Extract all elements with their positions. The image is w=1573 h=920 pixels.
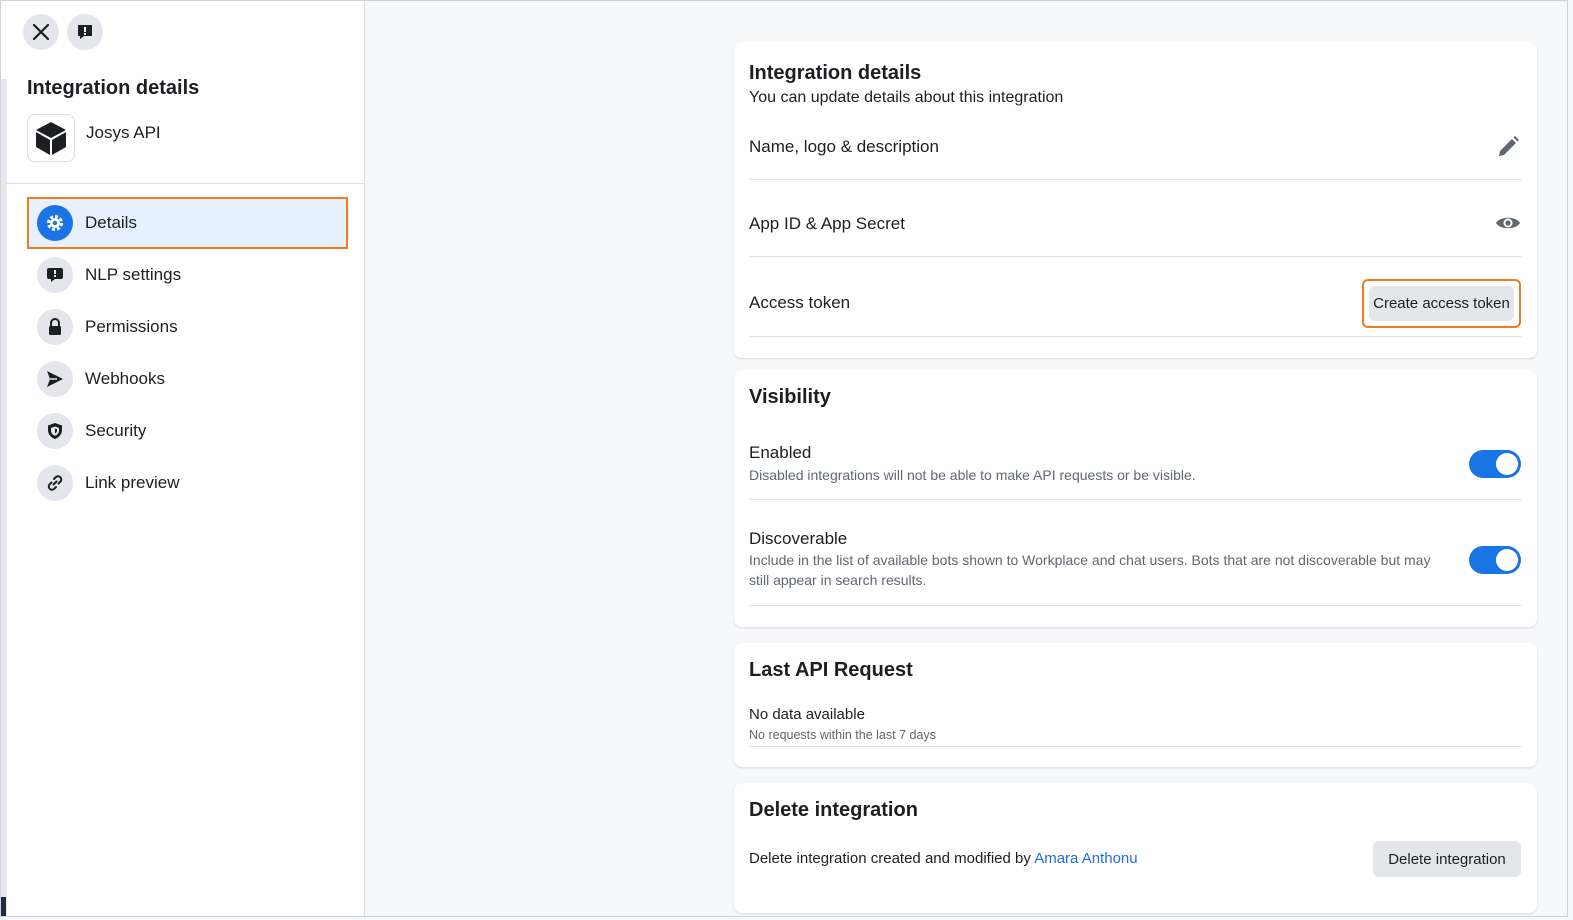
sidebar-item-security[interactable]: Security xyxy=(27,405,348,457)
close-button[interactable] xyxy=(23,14,59,50)
sidebar-item-label: Webhooks xyxy=(85,369,166,388)
integration-details-card: Integration details You can update detai… xyxy=(734,42,1537,358)
eye-icon xyxy=(1496,217,1520,229)
window-frame: Integration details Josys API Details NL… xyxy=(0,0,1568,917)
gear-icon xyxy=(37,205,73,241)
send-icon xyxy=(37,361,73,397)
visibility-card: Visibility Enabled Disabled integrations… xyxy=(734,370,1537,627)
discoverable-toggle[interactable] xyxy=(1469,546,1521,574)
pencil-icon xyxy=(1499,136,1519,156)
enabled-row: Enabled Disabled integrations will not b… xyxy=(749,430,1521,500)
row-description: Include in the list of available bots sh… xyxy=(749,552,1431,588)
create-access-token-highlight: Create access token xyxy=(1362,279,1521,328)
api-status: No data available xyxy=(749,706,865,723)
create-access-token-button[interactable]: Create access token xyxy=(1369,286,1514,321)
row-label: Discoverable xyxy=(749,529,848,548)
discoverable-row: Discoverable Include in the list of avai… xyxy=(749,500,1521,606)
sidebar-nav: Details NLP settings Permissions Webhook… xyxy=(27,197,348,509)
row-label: Access token xyxy=(749,293,851,312)
card-title: Integration details xyxy=(749,62,922,84)
shield-icon xyxy=(37,413,73,449)
name-logo-description-row[interactable]: Name, logo & description xyxy=(749,120,1521,180)
row-label: Enabled xyxy=(749,443,812,462)
app-identity: Josys API xyxy=(27,114,161,162)
author-link[interactable]: Amara Anthonu xyxy=(1034,850,1137,867)
edit-button[interactable] xyxy=(1495,134,1521,165)
app-name: Josys API xyxy=(86,123,161,142)
card-title: Last API Request xyxy=(749,659,913,681)
app-logo xyxy=(27,114,75,162)
cube-icon xyxy=(36,122,66,155)
sidebar-item-label: Details xyxy=(85,213,137,232)
close-icon xyxy=(32,23,50,41)
last-api-request-card: Last API Request No data available No re… xyxy=(734,643,1537,767)
toggle-knob xyxy=(1496,453,1518,475)
sidebar-item-details[interactable]: Details xyxy=(27,197,348,249)
sidebar-divider xyxy=(7,183,364,184)
sidebar-item-link-preview[interactable]: Link preview xyxy=(27,457,348,509)
sidebar-scroll-marker xyxy=(1,897,6,916)
speech-bubble-icon xyxy=(37,257,73,293)
row-label: Name, logo & description xyxy=(749,137,939,156)
sidebar-item-label: Permissions xyxy=(85,317,178,336)
sidebar-item-webhooks[interactable]: Webhooks xyxy=(27,353,348,405)
card-title: Visibility xyxy=(749,386,831,408)
sidebar-scroll-track xyxy=(1,79,7,916)
reveal-secret-button[interactable] xyxy=(1495,214,1521,237)
sidebar-item-label: Security xyxy=(85,421,147,440)
sidebar-item-label: Link preview xyxy=(85,473,180,492)
sidebar-title: Integration details xyxy=(27,77,200,99)
sidebar: Integration details Josys API Details NL… xyxy=(1,1,365,916)
row-description: Disabled integrations will not be able t… xyxy=(749,467,1196,483)
sidebar-item-permissions[interactable]: Permissions xyxy=(27,301,348,353)
card-subtitle: You can update details about this integr… xyxy=(749,89,1064,106)
card-title: Delete integration xyxy=(749,799,918,821)
enabled-toggle[interactable] xyxy=(1469,450,1521,478)
row-label: App ID & App Secret xyxy=(749,214,905,233)
api-status-detail: No requests within the last 7 days xyxy=(749,728,936,742)
access-token-row: Access token Create access token xyxy=(749,257,1521,337)
report-button[interactable] xyxy=(67,14,103,50)
delete-text-prefix: Delete integration created and modified … xyxy=(749,850,1031,867)
delete-integration-text: Delete integration created and modified … xyxy=(749,850,1138,867)
api-status-row: No data available No requests within the… xyxy=(749,703,1521,747)
toggle-knob xyxy=(1496,549,1518,571)
sidebar-item-label: NLP settings xyxy=(85,265,182,284)
link-icon xyxy=(37,465,73,501)
delete-integration-button[interactable]: Delete integration xyxy=(1373,841,1521,877)
delete-integration-card: Delete integration Delete integration cr… xyxy=(734,783,1537,913)
lock-icon xyxy=(37,309,73,345)
sidebar-item-nlp-settings[interactable]: NLP settings xyxy=(27,249,348,301)
report-icon xyxy=(78,25,92,39)
app-id-secret-row[interactable]: App ID & App Secret xyxy=(749,180,1521,257)
